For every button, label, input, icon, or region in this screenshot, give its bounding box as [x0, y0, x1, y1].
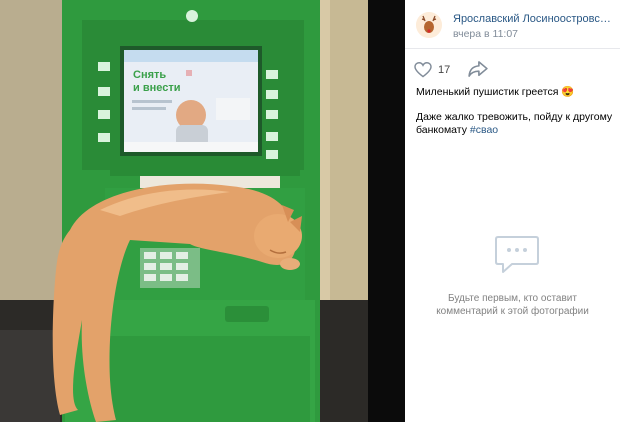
deer-logo-icon	[416, 12, 442, 38]
like-button[interactable]: 17	[414, 61, 456, 81]
post-actions: 17	[405, 58, 620, 82]
post-text-line2: Даже жалко тревожить, пойду к другому ба…	[416, 111, 616, 137]
empty-comments-line2: комментарий к этой фотографии	[436, 306, 589, 317]
post-timestamp[interactable]: вчера в 11:07	[453, 28, 518, 40]
empty-comments-line1: Будьте первым, кто оставит	[448, 293, 577, 304]
atm-screen-title-1: Снять	[133, 69, 166, 81]
post-text-body: Даже жалко тревожить, пойду к другому ба…	[416, 111, 613, 136]
group-name-link[interactable]: Ярославский Лосиноостровский Б...	[453, 13, 615, 25]
like-count: 17	[438, 64, 451, 76]
share-button[interactable]	[468, 61, 488, 79]
comment-bubble-icon	[494, 234, 540, 281]
post-photo[interactable]: Снять и внести	[0, 0, 368, 422]
post-text-main: Миленький пушистик греется	[416, 86, 559, 98]
share-icon	[468, 61, 488, 77]
heart-icon	[414, 62, 432, 78]
hashtag-link[interactable]: #свао	[470, 124, 498, 136]
viewer-side-strip	[368, 0, 405, 422]
heart-eyes-emoji: 😍	[561, 86, 575, 98]
atm-screen-title-2: и внести	[133, 82, 180, 94]
empty-comments-text: Будьте первым, кто оставит комментарий к…	[425, 292, 600, 318]
post-side-panel: Ярославский Лосиноостровский Б... вчера …	[405, 0, 620, 422]
photo-viewer: Снять и внести Ярославский Лосиноостровс…	[0, 0, 620, 422]
atm-cat-photo: Снять и внести	[0, 0, 368, 422]
group-avatar[interactable]	[416, 12, 442, 38]
post-header: Ярославский Лосиноостровский Б... вчера …	[405, 0, 620, 49]
post-text-line1: Миленький пушистик греется 😍	[416, 85, 616, 98]
